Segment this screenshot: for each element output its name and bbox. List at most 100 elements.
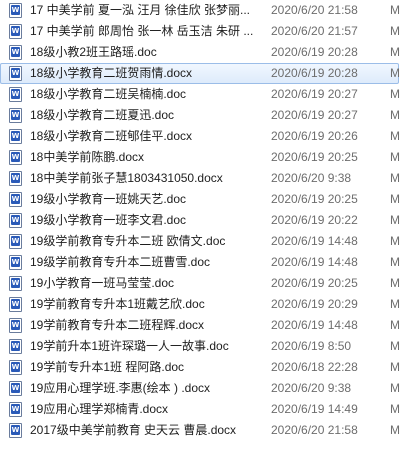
file-modified-date: 2020/6/20 21:58 (271, 3, 358, 17)
word-document-icon (9, 276, 22, 291)
file-name: 19学前教育专升本1班戴艺欣.doc (30, 297, 205, 311)
file-modified-date: 2020/6/19 14:48 (271, 255, 358, 269)
file-type: M (390, 297, 400, 311)
file-row[interactable]: 18中美学前张子慧1803431050.docx 2020/6/20 9:38 M (0, 168, 401, 189)
file-modified-date: 2020/6/19 20:27 (271, 108, 358, 122)
word-document-icon (9, 423, 22, 438)
file-name: 19小学教育一班马莹莹.doc (30, 276, 175, 290)
word-document-icon (9, 213, 22, 228)
file-type: M (390, 318, 400, 332)
file-modified-date: 2020/6/19 20:25 (271, 192, 358, 206)
word-document-icon (9, 402, 22, 417)
word-document-icon (9, 87, 22, 102)
file-row[interactable]: 19学前教育专升本二班程辉.docx 2020/6/19 14:48 M (0, 315, 401, 336)
file-row[interactable]: 19级学前教育专升本二班 欧倩文.doc 2020/6/19 14:48 M (0, 231, 401, 252)
word-document-icon (9, 255, 22, 270)
file-modified-date: 2020/6/19 20:26 (271, 129, 358, 143)
word-document-icon (9, 318, 22, 333)
file-modified-date: 2020/6/19 20:27 (271, 87, 358, 101)
file-name: 2017级中美学前教育 史天云 曹晨.docx (30, 423, 237, 437)
file-name: 18级小教2班王路瑶.doc (30, 45, 157, 59)
file-type: M (390, 66, 400, 80)
file-modified-date: 2020/6/20 21:57 (271, 24, 358, 38)
file-type: M (390, 276, 400, 290)
file-name: 19级小学教育一班李文君.doc (30, 213, 187, 227)
file-name: 17 中美学前 郎周怡 张一林 岳玉洁 朱研 ... (30, 24, 254, 38)
file-modified-date: 2020/6/20 9:38 (271, 381, 352, 395)
file-row[interactable]: 19小学教育一班马莹莹.doc 2020/6/19 20:25 M (0, 273, 401, 294)
file-type: M (390, 150, 400, 164)
file-type: M (390, 402, 400, 416)
file-modified-date: 2020/6/19 20:25 (271, 150, 358, 164)
file-type: M (390, 381, 400, 395)
file-row[interactable]: 18级小学教育二班夏迅.doc 2020/6/19 20:27 M (0, 105, 401, 126)
file-type: M (390, 255, 400, 269)
word-document-icon (9, 339, 22, 354)
file-modified-date: 2020/6/18 22:28 (271, 360, 358, 374)
file-modified-date: 2020/6/19 14:48 (271, 234, 358, 248)
file-type: M (390, 129, 400, 143)
file-type: M (390, 45, 400, 59)
file-modified-date: 2020/6/19 14:48 (271, 318, 358, 332)
file-list[interactable]: 17 中美学前 夏一泓 汪月 徐佳欣 张梦丽... 2020/6/20 21:58… (0, 0, 401, 452)
file-type: M (390, 339, 400, 353)
word-document-icon (9, 171, 22, 186)
file-name: 19级小学教育一班姚天艺.doc (30, 192, 187, 206)
word-document-icon (9, 24, 22, 39)
file-type: M (390, 192, 400, 206)
file-modified-date: 2020/6/19 20:28 (271, 45, 358, 59)
file-name: 19应用心理学班.李惠(绘本 ) .docx (30, 381, 211, 395)
file-type: M (390, 360, 400, 374)
file-row[interactable]: 19学前升本1班许琛璐一人一故事.doc 2020/6/19 8:50 M (0, 336, 401, 357)
file-type: M (390, 24, 400, 38)
word-document-icon (9, 381, 22, 396)
file-modified-date: 2020/6/19 20:28 (271, 66, 358, 80)
word-document-icon (9, 3, 22, 18)
file-name: 17 中美学前 夏一泓 汪月 徐佳欣 张梦丽... (30, 3, 251, 17)
file-type: M (390, 87, 400, 101)
file-name: 19学前升本1班许琛璐一人一故事.doc (30, 339, 229, 353)
file-type: M (390, 3, 400, 17)
word-document-icon (9, 108, 22, 123)
file-modified-date: 2020/6/19 8:50 (271, 339, 352, 353)
file-name: 19学前教育专升本二班程辉.docx (30, 318, 205, 332)
file-modified-date: 2020/6/20 21:58 (271, 423, 358, 437)
file-row[interactable]: 18级小学教育二班吴楠楠.doc 2020/6/19 20:27 M (0, 84, 401, 105)
file-row[interactable]: 18级小学教育二班贺雨情.docx 2020/6/19 20:28 M (0, 63, 400, 84)
file-modified-date: 2020/6/19 20:29 (271, 297, 358, 311)
file-row[interactable]: 18级小教2班王路瑶.doc 2020/6/19 20:28 M (0, 42, 401, 63)
file-name: 19级学前教育专升本二班 欧倩文.doc (30, 234, 226, 248)
file-name: 19学前专升本1班 程阿路.doc (30, 360, 185, 374)
word-document-icon (9, 45, 22, 60)
file-type: M (390, 423, 400, 437)
file-name: 19应用心理学郑楠青.docx (30, 402, 169, 416)
word-document-icon (9, 297, 22, 312)
file-row[interactable]: 19级小学教育一班李文君.doc 2020/6/19 20:22 M (0, 210, 401, 231)
file-name: 18级小学教育二班贺雨情.docx (30, 66, 193, 80)
file-row[interactable]: 2017级中美学前教育 史天云 曹晨.docx 2020/6/20 21:58 M (0, 420, 401, 441)
word-document-icon (9, 150, 22, 165)
file-name: 18中美学前陈鹏.docx (30, 150, 145, 164)
file-row[interactable]: 18级小学教育二班郇佳平.docx 2020/6/19 20:26 M (0, 126, 401, 147)
file-row[interactable]: 19应用心理学班.李惠(绘本 ) .docx 2020/6/20 9:38 M (0, 378, 401, 399)
file-type: M (390, 234, 400, 248)
file-row[interactable]: 17 中美学前 郎周怡 张一林 岳玉洁 朱研 ... 2020/6/20 21:5… (0, 21, 401, 42)
word-document-icon (9, 129, 22, 144)
file-modified-date: 2020/6/19 14:49 (271, 402, 358, 416)
file-row[interactable]: 19级学前教育专升本二班曹雪.doc 2020/6/19 14:48 M (0, 252, 401, 273)
file-row[interactable]: 19学前专升本1班 程阿路.doc 2020/6/18 22:28 M (0, 357, 401, 378)
file-row[interactable]: 17 中美学前 夏一泓 汪月 徐佳欣 张梦丽... 2020/6/20 21:58… (0, 0, 401, 21)
file-type: M (390, 171, 400, 185)
file-row[interactable]: 19应用心理学郑楠青.docx 2020/6/19 14:49 M (0, 399, 401, 420)
word-document-icon (9, 192, 22, 207)
file-modified-date: 2020/6/19 20:25 (271, 276, 358, 290)
file-modified-date: 2020/6/19 20:22 (271, 213, 358, 227)
word-document-icon (9, 234, 22, 249)
file-row[interactable]: 18中美学前陈鹏.docx 2020/6/19 20:25 M (0, 147, 401, 168)
file-row[interactable]: 19学前教育专升本1班戴艺欣.doc 2020/6/19 20:29 M (0, 294, 401, 315)
file-name: 18中美学前张子慧1803431050.docx (30, 171, 223, 185)
file-name: 19级学前教育专升本二班曹雪.doc (30, 255, 211, 269)
file-name: 18级小学教育二班郇佳平.docx (30, 129, 193, 143)
file-type: M (390, 213, 400, 227)
file-row[interactable]: 19级小学教育一班姚天艺.doc 2020/6/19 20:25 M (0, 189, 401, 210)
